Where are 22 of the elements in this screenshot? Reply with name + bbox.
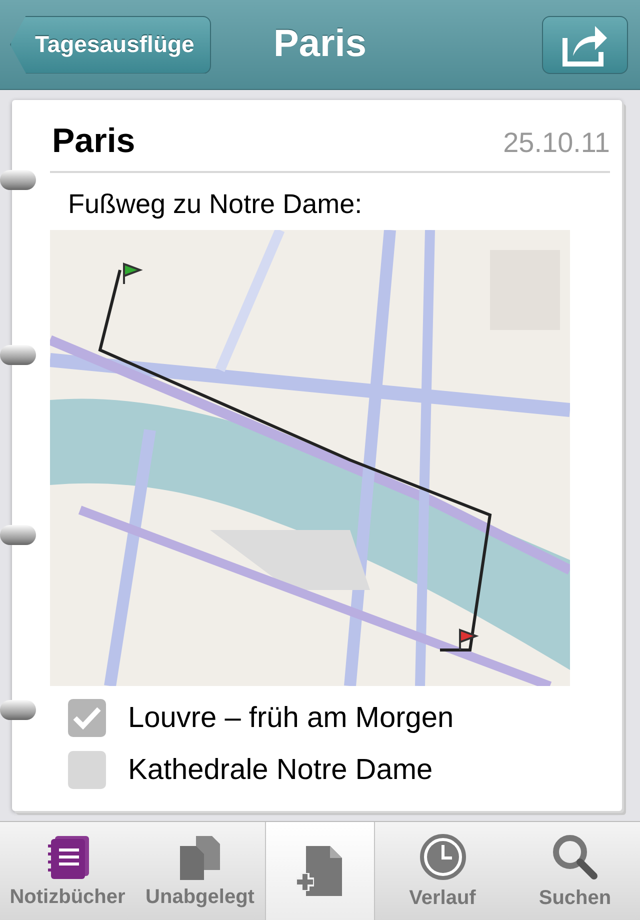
search-icon [551, 832, 599, 880]
binder-ring-icon [0, 170, 36, 190]
binder-ring-icon [0, 525, 36, 545]
tab-button[interactable]: Notizbücher [0, 822, 135, 920]
binder-ring-icon [0, 345, 36, 365]
tab-button[interactable]: Verlauf [375, 822, 510, 920]
binder-ring-icon [0, 700, 36, 720]
note-date: 25.10.11 [503, 127, 610, 159]
checklist-label: Louvre – früh am Morgen [128, 702, 454, 734]
back-button[interactable]: Tagesausflüge [10, 16, 212, 74]
checkbox[interactable] [68, 751, 106, 789]
documents-icon [178, 834, 222, 880]
note-title: Paris [52, 122, 136, 161]
note-text: Fußweg zu Notre Dame: [68, 189, 364, 220]
page-title: Paris [274, 23, 366, 66]
tab-button[interactable]: Suchen [510, 822, 640, 920]
checklist-label: Kathedrale Notre Dame [128, 754, 433, 786]
clock-icon [418, 832, 466, 880]
tab-button[interactable]: Unabgelegt [135, 822, 265, 920]
share-button[interactable] [542, 16, 628, 74]
checkbox[interactable] [68, 699, 106, 737]
new-page-button[interactable] [265, 822, 375, 920]
